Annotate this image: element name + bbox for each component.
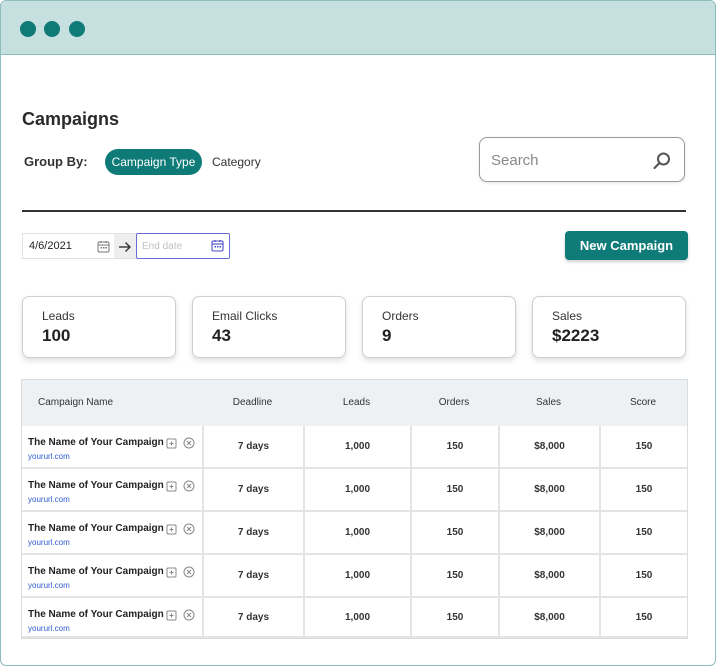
score-cell: 150 [599, 512, 687, 555]
column-header-campaign-name[interactable]: Campaign Name [38, 397, 113, 408]
stat-card-sales: Sales $2223 [532, 296, 686, 358]
remove-circle-icon[interactable] [183, 437, 195, 449]
window-titlebar [1, 1, 715, 55]
leads-cell: 1,000 [303, 555, 410, 598]
sales-cell: $8,000 [498, 512, 599, 555]
stat-label: Orders [382, 309, 419, 323]
window-dot-icon[interactable] [44, 21, 60, 37]
campaign-name[interactable]: The Name of Your Campaign [28, 609, 164, 620]
stat-label: Sales [552, 309, 583, 323]
stat-card-leads: Leads 100 [22, 296, 176, 358]
edit-icon[interactable] [166, 610, 177, 621]
date-range-separator [114, 233, 136, 259]
end-date-input[interactable] [142, 239, 207, 253]
calendar-icon[interactable] [97, 240, 110, 253]
table-header: Campaign Name Deadline Leads Orders Sale… [22, 380, 687, 426]
calendar-icon[interactable] [211, 239, 224, 252]
group-by-label: Group By: [24, 154, 88, 169]
new-campaign-button[interactable]: New Campaign [565, 231, 688, 260]
group-by-campaign-type-button[interactable]: Campaign Type [105, 149, 202, 175]
campaign-name-cell: The Name of Your Campaign yoururl.com [22, 555, 202, 598]
score-cell: 150 [599, 426, 687, 469]
search-box[interactable] [479, 137, 685, 182]
score-cell: 150 [599, 469, 687, 512]
campaign-name[interactable]: The Name of Your Campaign [28, 437, 164, 448]
app-window: Campaigns Group By: Campaign Type Catego… [0, 0, 716, 666]
stat-label: Email Clicks [212, 309, 278, 323]
start-date-field[interactable]: 4/6/2021 [22, 233, 114, 259]
table-row[interactable]: The Name of Your Campaign yoururl.com 7 da… [22, 598, 687, 638]
page-title: Campaigns [22, 109, 120, 129]
edit-icon[interactable] [166, 481, 177, 492]
campaign-url-link[interactable]: yoururl.com [28, 581, 70, 590]
remove-circle-icon[interactable] [183, 523, 195, 535]
column-header-orders[interactable]: Orders [410, 397, 498, 408]
edit-icon[interactable] [166, 567, 177, 578]
table-row[interactable]: The Name of Your Campaign yoururl.com 7 da… [22, 555, 687, 598]
stat-value: 100 [42, 326, 71, 345]
sales-cell: $8,000 [498, 426, 599, 469]
score-cell: 150 [599, 598, 687, 638]
campaign-name-cell: The Name of Your Campaign yoururl.com [22, 512, 202, 555]
stat-card-orders: Orders 9 [362, 296, 516, 358]
stat-label: Leads [42, 309, 75, 323]
orders-cell: 150 [410, 426, 498, 469]
search-icon[interactable] [652, 151, 672, 171]
orders-cell: 150 [410, 598, 498, 638]
campaign-url-link[interactable]: yoururl.com [28, 452, 70, 461]
orders-cell: 150 [410, 469, 498, 512]
leads-cell: 1,000 [303, 512, 410, 555]
column-header-score[interactable]: Score [599, 397, 687, 408]
deadline-cell: 7 days [202, 555, 303, 598]
orders-cell: 150 [410, 512, 498, 555]
campaign-url-link[interactable]: yoururl.com [28, 624, 70, 633]
arrow-right-icon [119, 242, 131, 252]
campaign-name[interactable]: The Name of Your Campaign [28, 480, 164, 491]
sales-cell: $8,000 [498, 469, 599, 512]
leads-cell: 1,000 [303, 598, 410, 638]
deadline-cell: 7 days [202, 598, 303, 638]
date-range-picker[interactable]: 4/6/2021 [22, 233, 230, 259]
campaign-name-cell: The Name of Your Campaign yoururl.com [22, 598, 202, 638]
campaign-url-link[interactable]: yoururl.com [28, 495, 70, 504]
score-cell: 150 [599, 555, 687, 598]
stat-value: 9 [382, 326, 392, 345]
remove-circle-icon[interactable] [183, 566, 195, 578]
campaigns-table: Campaign Name Deadline Leads Orders Sale… [21, 379, 688, 639]
search-input[interactable] [491, 148, 641, 172]
window-dot-icon[interactable] [69, 21, 85, 37]
remove-circle-icon[interactable] [183, 609, 195, 621]
table-row[interactable]: The Name of Your Campaign yoururl.com 7 da… [22, 469, 687, 512]
deadline-cell: 7 days [202, 426, 303, 469]
group-by-category-button[interactable]: Category [212, 155, 261, 169]
campaign-name-cell: The Name of Your Campaign yoururl.com [22, 426, 202, 469]
stat-card-email-clicks: Email Clicks 43 [192, 296, 346, 358]
deadline-cell: 7 days [202, 512, 303, 555]
edit-icon[interactable] [166, 524, 177, 535]
section-divider [22, 210, 686, 212]
sales-cell: $8,000 [498, 555, 599, 598]
column-header-deadline[interactable]: Deadline [202, 397, 303, 408]
campaign-name[interactable]: The Name of Your Campaign [28, 566, 164, 577]
leads-cell: 1,000 [303, 469, 410, 512]
column-header-sales[interactable]: Sales [498, 397, 599, 408]
remove-circle-icon[interactable] [183, 480, 195, 492]
stat-value: $2223 [552, 326, 600, 345]
start-date-value: 4/6/2021 [29, 240, 72, 252]
end-date-field[interactable] [136, 233, 230, 259]
orders-cell: 150 [410, 555, 498, 598]
leads-cell: 1,000 [303, 426, 410, 469]
campaign-name[interactable]: The Name of Your Campaign [28, 523, 164, 534]
column-header-leads[interactable]: Leads [303, 397, 410, 408]
campaign-name-cell: The Name of Your Campaign yoururl.com [22, 469, 202, 512]
edit-icon[interactable] [166, 438, 177, 449]
table-row[interactable]: The Name of Your Campaign yoururl.com 7 da… [22, 512, 687, 555]
sales-cell: $8,000 [498, 598, 599, 638]
table-row[interactable]: The Name of Your Campaign yoururl.com 7 da… [22, 426, 687, 469]
stat-value: 43 [212, 326, 231, 345]
deadline-cell: 7 days [202, 469, 303, 512]
window-dot-icon[interactable] [20, 21, 36, 37]
campaign-url-link[interactable]: yoururl.com [28, 538, 70, 547]
